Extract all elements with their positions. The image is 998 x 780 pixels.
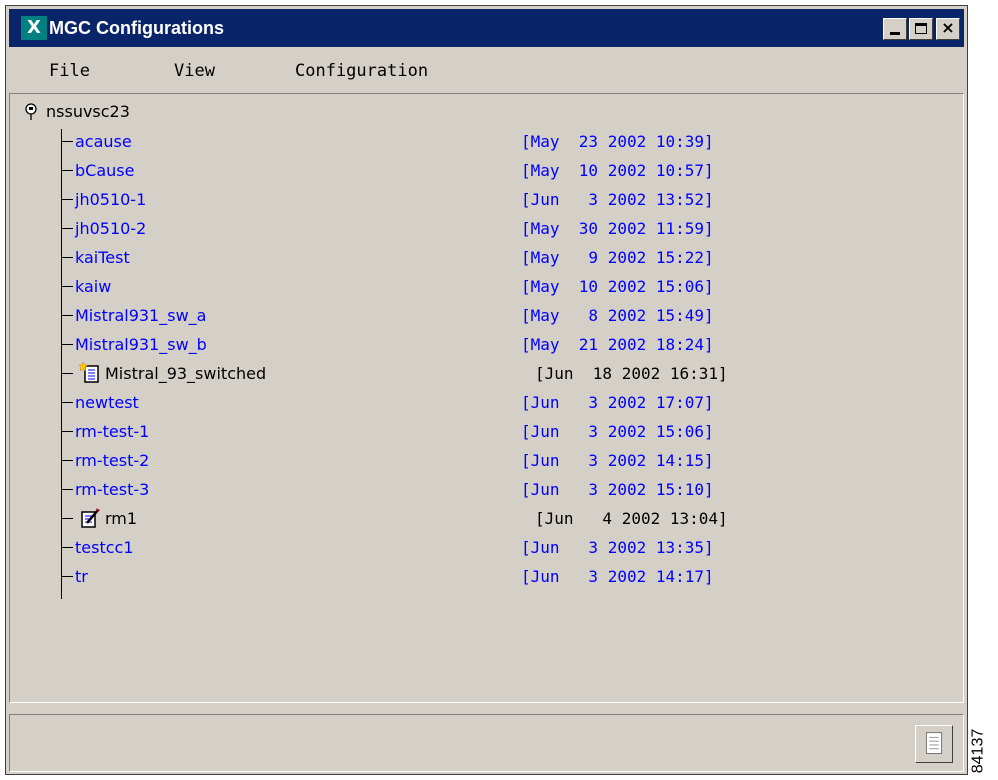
app-window: X MGC Configurations × File View Configu… xyxy=(5,5,968,775)
tree-branch-line xyxy=(61,228,73,229)
tree-item[interactable]: kaiw [May 10 2002 15:06] xyxy=(61,275,961,299)
tree-branch-line xyxy=(61,373,73,374)
edit-config-icon xyxy=(81,508,100,528)
menu-configuration[interactable]: Configuration xyxy=(295,61,428,81)
tree-item-date: [May 8 2002 15:49] xyxy=(521,306,714,325)
tree-item[interactable]: rm-test-3 [Jun 3 2002 15:10] xyxy=(61,478,961,502)
tree-branch-line xyxy=(61,547,73,548)
document-icon xyxy=(925,732,943,754)
tree-branch-line xyxy=(61,286,73,287)
status-document-button[interactable] xyxy=(915,725,953,763)
tree-item-name: acause xyxy=(75,132,132,151)
maximize-icon xyxy=(915,23,927,34)
tree-item-date: [Jun 18 2002 16:31] xyxy=(535,364,728,383)
tree-item[interactable]: kaiTest [May 9 2002 15:22] xyxy=(61,246,961,270)
tree-branch-line xyxy=(61,460,73,461)
tree-item[interactable]: acause [May 23 2002 10:39] xyxy=(61,130,961,154)
tree-branch-line xyxy=(61,431,73,432)
tree-item-name: rm1 xyxy=(105,509,138,528)
tree-item-name: newtest xyxy=(75,393,139,412)
tree-item-date: [May 10 2002 15:06] xyxy=(521,277,714,296)
tree-branch-line xyxy=(61,344,73,345)
tree-item-date: [Jun 3 2002 14:15] xyxy=(521,451,714,470)
tree-branch-line xyxy=(61,170,73,171)
tree-branch-line xyxy=(61,518,73,519)
figure-id: 84137 xyxy=(969,724,998,780)
configuration-tree: nssuvsc23 acause [May 23 2002 10:39] bCaus… xyxy=(9,93,964,703)
tree-item-date: [Jun 3 2002 17:07] xyxy=(521,393,714,412)
tree-item[interactable]: jh0510-2 [May 30 2002 11:59] xyxy=(61,217,961,241)
tree-item-date: [May 9 2002 15:22] xyxy=(521,248,714,267)
tree-item-name: kaiw xyxy=(75,277,112,296)
tree-item-name: tr xyxy=(75,567,88,586)
tree-item-date: [May 10 2002 10:57] xyxy=(521,161,714,180)
tree-item-name: rm-test-3 xyxy=(75,480,150,499)
tree-item-name: jh0510-1 xyxy=(75,190,147,209)
new-config-icon xyxy=(79,362,99,383)
close-button[interactable]: × xyxy=(936,18,960,40)
tree-item[interactable]: tr [Jun 3 2002 14:17] xyxy=(61,565,961,589)
tree-item[interactable]: rm-test-1 [Jun 3 2002 15:06] xyxy=(61,420,961,444)
tree-item-date: [May 30 2002 11:59] xyxy=(521,219,714,238)
tree-item[interactable]: bCause [May 10 2002 10:57] xyxy=(61,159,961,183)
tree-item-name: rm-test-2 xyxy=(75,451,150,470)
tree-item-name: Mistral931_sw_b xyxy=(75,335,207,354)
tree-item[interactable]: Mistral_93_switched [Jun 18 2002 16:31] xyxy=(61,362,961,386)
tree-item[interactable]: jh0510-1 [Jun 3 2002 13:52] xyxy=(61,188,961,212)
tree-item-name: jh0510-2 xyxy=(75,219,147,238)
tree-item-name: kaiTest xyxy=(75,248,130,267)
minimize-icon xyxy=(890,32,900,35)
tree-item[interactable]: newtest [Jun 3 2002 17:07] xyxy=(61,391,961,415)
tree-item-date: [Jun 4 2002 13:04] xyxy=(535,509,728,528)
tree-root-label: nssuvsc23 xyxy=(46,102,130,121)
menu-view[interactable]: View xyxy=(174,61,215,81)
tree-branch-line xyxy=(61,315,73,316)
menu-file[interactable]: File xyxy=(49,61,90,81)
tree-item-date: [May 21 2002 18:24] xyxy=(521,335,714,354)
tree-item[interactable]: testcc1 [Jun 3 2002 13:35] xyxy=(61,536,961,560)
tree-item[interactable]: rm-test-2 [Jun 3 2002 14:15] xyxy=(61,449,961,473)
window-title: MGC Configurations xyxy=(49,18,224,38)
tree-item-date: [Jun 3 2002 14:17] xyxy=(521,567,714,586)
server-icon xyxy=(25,103,37,120)
tree-item-date: [Jun 3 2002 13:35] xyxy=(521,538,714,557)
minimize-button[interactable] xyxy=(883,18,907,40)
tree-branch-line xyxy=(61,402,73,403)
menu-bar: File View Configuration xyxy=(9,54,964,88)
tree-branch-line xyxy=(61,489,73,490)
maximize-button[interactable] xyxy=(909,18,933,40)
tree-item-date: [Jun 3 2002 13:52] xyxy=(521,190,714,209)
tree-item[interactable]: rm1 [Jun 4 2002 13:04] xyxy=(61,507,961,531)
tree-branch-line xyxy=(61,257,73,258)
tree-item-date: [Jun 3 2002 15:10] xyxy=(521,480,714,499)
tree-item-name: Mistral_93_switched xyxy=(105,364,267,383)
tree-item-date: [Jun 3 2002 15:06] xyxy=(521,422,714,441)
tree-branch-line xyxy=(61,199,73,200)
status-bar xyxy=(9,714,964,772)
tree-item[interactable]: Mistral931_sw_b [May 21 2002 18:24] xyxy=(61,333,961,357)
tree-item-name: bCause xyxy=(75,161,135,180)
tree-item-name: rm-test-1 xyxy=(75,422,150,441)
tree-branch-line xyxy=(61,141,73,142)
tree-branch-line xyxy=(61,576,73,577)
figure-id-label: 84137 xyxy=(969,728,987,774)
close-icon: × xyxy=(941,18,955,37)
tree-item-name: Mistral931_sw_a xyxy=(75,306,207,325)
tree-item[interactable]: Mistral931_sw_a [May 8 2002 15:49] xyxy=(61,304,961,328)
tree-item-date: [May 23 2002 10:39] xyxy=(521,132,714,151)
tree-item-name: testcc1 xyxy=(75,538,134,557)
x-logo-icon: X xyxy=(21,16,47,40)
title-bar[interactable]: X MGC Configurations × xyxy=(9,9,964,47)
